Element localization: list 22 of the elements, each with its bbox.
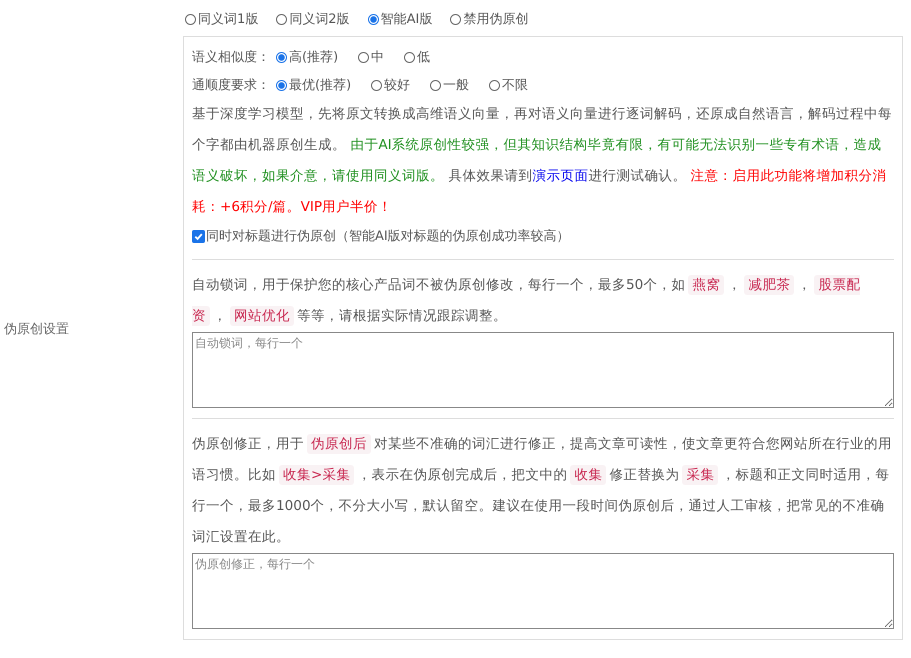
mode-radio-option[interactable]: 同义词2版 <box>276 10 350 28</box>
fluency-radio-option[interactable]: 一般 <box>430 76 470 94</box>
mode-radio-option[interactable]: 禁用伪原创 <box>450 10 528 28</box>
mode-radio-option[interactable]: 智能AI版 <box>368 10 432 28</box>
similarity-radio-option[interactable]: 低 <box>404 48 430 66</box>
similarity-radio-option[interactable]: 中 <box>358 48 384 66</box>
fluency-radio-option[interactable]: 较好 <box>371 76 410 94</box>
corrections-field[interactable]: 伪原创修正，每行一个 <box>192 553 894 629</box>
section-label: 伪原创设置 <box>4 321 69 338</box>
checkmark-icon <box>193 230 204 242</box>
similarity-radio-option[interactable]: 高(推荐) <box>276 48 338 66</box>
ai-description: 基于深度学习模型，先将原文转换成高维语义向量，再对语义向量进行逐词解码，还原成自然语言，解码过程中每个字都由机器原创生成。 由于AI系统原创性较强，但其知识结构毕竟有限，有可能无法识别一些专有术语，造成语义破坏，如果介意，请使用同义词版。 具体效果请到演示页面进行测试确认。 注意：启用此功能将增加积分消耗：+6积分/篇。VIP用户半价！ <box>192 105 893 217</box>
title-rewrite-checkbox[interactable]: 同时对标题进行伪原创（智能AI版对标题的伪原创成功率较高） <box>192 223 894 249</box>
similarity-label: 语义相似度： <box>192 49 270 66</box>
lock-words-field[interactable]: 自动锁词，每行一个 <box>192 332 894 408</box>
mode-radio-option[interactable]: 同义词1版 <box>185 10 258 28</box>
fluency-radio-option[interactable]: 最优(推荐) <box>276 76 352 94</box>
fluency-label: 通顺度要求： <box>192 77 270 94</box>
fluency-radio-option[interactable]: 不限 <box>489 76 528 94</box>
demo-page-link[interactable]: 演示页面 <box>532 168 588 184</box>
lock-words-description: 自动锁词，用于保护您的核心产品词不被伪原创修改，每行一个，最多50个，如 燕窝 ， 减肥茶 ， 股票配资 ， 网站优化 等等，请根据实际情况跟踪调整。 <box>192 274 862 328</box>
corrections-description: 伪原创修正，用于 伪原创后 对某些不准确的词汇进行修正，提高文章可读性，使文章更符合您网站所在行业的用语习惯。比如 收集>采集 ，表示在伪原创完成后，把文中的 收集 修正替换为 采集 ，标题和正文同时适用，每行一个，最多1000个，不分大小写，默认留空。建议在使用一段时间伪原创后，通过人工审核，把常见的不准确词汇设置在此。 <box>192 433 893 547</box>
